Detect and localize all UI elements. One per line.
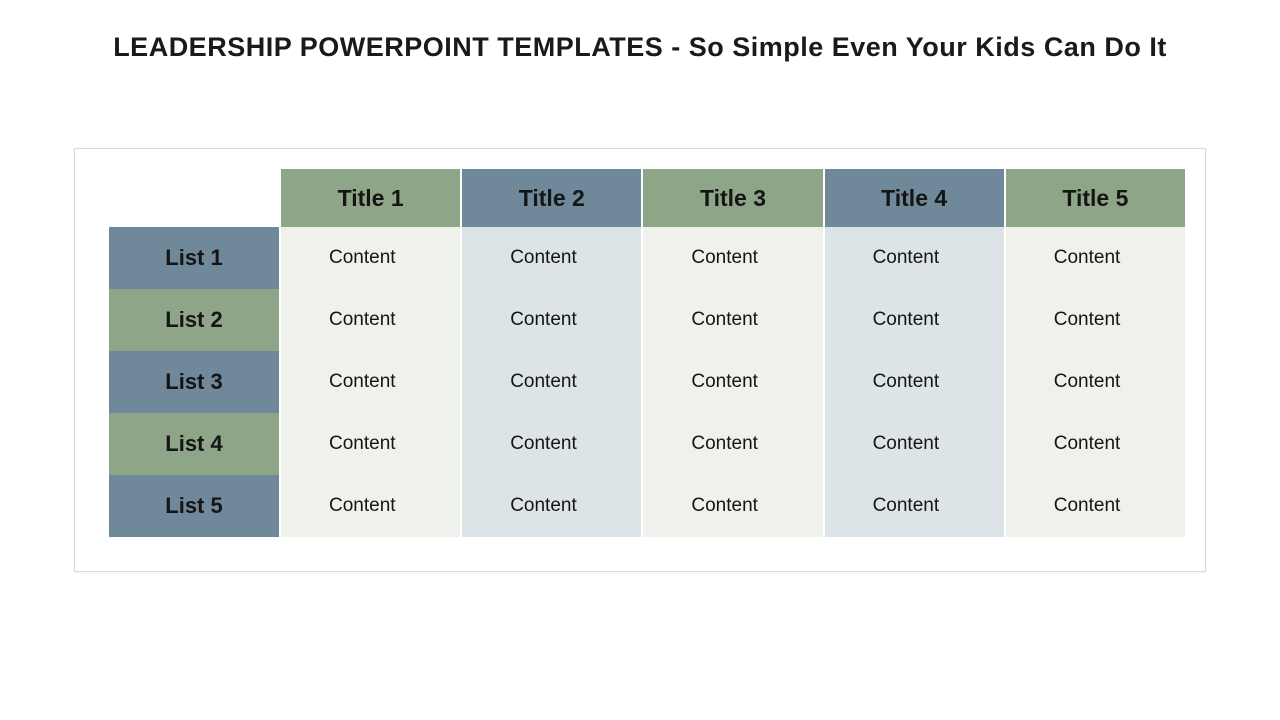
table-cell: Content	[1006, 413, 1185, 475]
col-head-5: Title 5	[1006, 169, 1185, 227]
col-head-2: Title 2	[462, 169, 641, 227]
table-cell: Content	[825, 413, 1004, 475]
row-head-4: List 4	[109, 413, 279, 475]
col-head-3: Title 3	[643, 169, 822, 227]
table-cell: Content	[281, 351, 460, 413]
col-head-4: Title 4	[825, 169, 1004, 227]
table-cell: Content	[1006, 227, 1185, 289]
table-row: List 3 Content Content Content Content C…	[109, 351, 1185, 413]
row-head-5: List 5	[109, 475, 279, 537]
col-head-1: Title 1	[281, 169, 460, 227]
table-corner	[109, 169, 279, 227]
table-cell: Content	[281, 413, 460, 475]
table-header-row: Title 1 Title 2 Title 3 Title 4 Title 5	[109, 169, 1185, 227]
row-head-2: List 2	[109, 289, 279, 351]
table-cell: Content	[1006, 351, 1185, 413]
table-row: List 1 Content Content Content Content C…	[109, 227, 1185, 289]
row-head-3: List 3	[109, 351, 279, 413]
table-panel: Title 1 Title 2 Title 3 Title 4 Title 5 …	[74, 148, 1206, 572]
table-cell: Content	[462, 351, 641, 413]
table-cell: Content	[462, 227, 641, 289]
table-cell: Content	[825, 351, 1004, 413]
table-cell: Content	[825, 289, 1004, 351]
table-cell: Content	[643, 227, 822, 289]
table-cell: Content	[462, 289, 641, 351]
page-title: LEADERSHIP POWERPOINT TEMPLATES - So Sim…	[0, 0, 1280, 63]
data-table: Title 1 Title 2 Title 3 Title 4 Title 5 …	[107, 169, 1187, 537]
table-cell: Content	[1006, 289, 1185, 351]
row-head-1: List 1	[109, 227, 279, 289]
table-cell: Content	[643, 351, 822, 413]
table-cell: Content	[462, 475, 641, 537]
table-cell: Content	[643, 413, 822, 475]
table-row: List 2 Content Content Content Content C…	[109, 289, 1185, 351]
table-cell: Content	[281, 227, 460, 289]
table-cell: Content	[825, 475, 1004, 537]
table-cell: Content	[643, 475, 822, 537]
table-cell: Content	[643, 289, 822, 351]
table-cell: Content	[281, 289, 460, 351]
table-cell: Content	[1006, 475, 1185, 537]
table-cell: Content	[281, 475, 460, 537]
table-cell: Content	[462, 413, 641, 475]
table-row: List 5 Content Content Content Content C…	[109, 475, 1185, 537]
table-cell: Content	[825, 227, 1004, 289]
table-row: List 4 Content Content Content Content C…	[109, 413, 1185, 475]
